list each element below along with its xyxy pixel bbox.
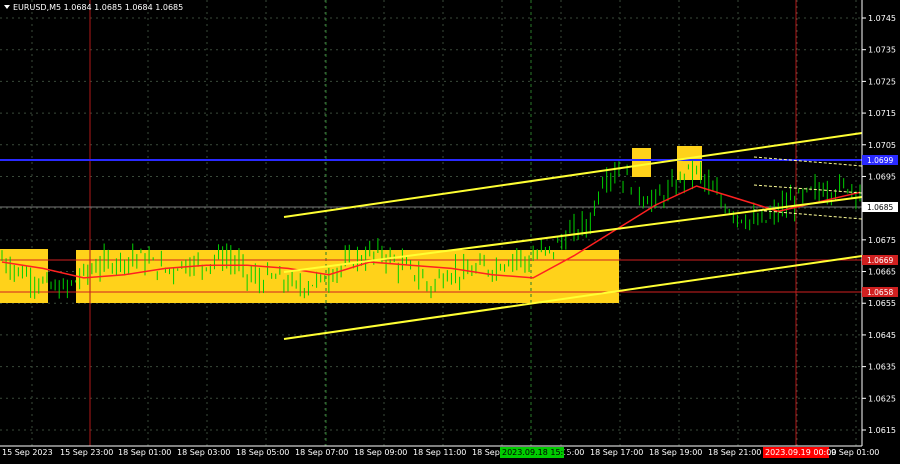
price-tag-red-2: 1.0658	[862, 287, 898, 297]
down-triangle-icon[interactable]	[4, 5, 10, 9]
chart-header: EURUSD,M5 1.0684 1.0685 1.0684 1.0685	[4, 3, 183, 12]
time-tick-label: 18 Sep 03:00	[177, 448, 230, 457]
zone-rect-signal-1	[632, 148, 651, 177]
channel-upper-1[interactable]	[283, 132, 863, 218]
grid-lines	[0, 0, 862, 446]
price-tick-label: 1.0625	[868, 394, 896, 403]
time-tick-label: 18 Sep 17:00	[590, 448, 643, 457]
price-tick-label: 1.0675	[868, 236, 896, 245]
time-ticks: 15 Sep 2023 15 Sep 23:00 18 Sep 01:00 18 Se…	[2, 448, 879, 457]
time-tick-label: 18 Sep 11:00	[413, 448, 466, 457]
channel-dashed-2	[753, 184, 863, 194]
price-tick-label: 1.0715	[868, 109, 896, 118]
price-tick-label: 1.0655	[868, 299, 896, 308]
price-tick-label: 1.0665	[868, 268, 896, 277]
time-tick-label: 18 Sep 07:00	[295, 448, 348, 457]
trading-chart[interactable]: 1.0745 1.0735 1.0725 1.0715 1.0705 1.0695 1.06…	[0, 0, 900, 460]
price-tick-label: 1.0695	[868, 172, 896, 181]
price-tag-red-2-label: 1.0658	[867, 288, 893, 297]
time-tick-label: 18 Sep 21:00	[708, 448, 761, 457]
price-tag-bid-label: 1.0685	[867, 203, 893, 212]
price-axis: 1.0745 1.0735 1.0725 1.0715 1.0705 1.0695 1.06…	[861, 0, 898, 446]
channel-dashed-1	[753, 156, 863, 167]
time-axis: 15 Sep 2023 15 Sep 23:00 18 Sep 01:00 18 Se…	[0, 445, 879, 458]
price-ticks: 1.0745 1.0735 1.0725 1.0715 1.0705 1.0695 1.06…	[862, 14, 896, 435]
time-tick-label: 18 Sep 09:00	[354, 448, 407, 457]
price-tick-label: 1.0745	[868, 14, 896, 23]
time-tick-label: 15 Sep 23:00	[60, 448, 113, 457]
time-tick-label: 18 Sep 05:00	[236, 448, 289, 457]
time-highlight-green-label: 2023.09.18 15:00	[502, 448, 573, 457]
zone-rect-signal-2	[677, 146, 702, 180]
price-tick-label: 1.0725	[868, 77, 896, 86]
symbol-label: EURUSD,M5 1.0684 1.0685 1.0684 1.0685	[13, 3, 183, 12]
zone-rectangles	[0, 146, 702, 303]
trend-channels	[283, 132, 863, 340]
time-tick-label: 15 Sep 2023	[2, 448, 53, 457]
zone-rect-left	[0, 249, 48, 303]
price-tick-label: 1.0645	[868, 331, 896, 340]
price-tag-blue-label: 1.0699	[867, 156, 893, 165]
time-tick-label: 18 Sep 19:00	[649, 448, 702, 457]
price-tag-blue: 1.0699	[862, 155, 898, 165]
price-tick-label: 1.0635	[868, 363, 896, 372]
chart-canvas[interactable]: 1.0745 1.0735 1.0725 1.0715 1.0705 1.0695 1.06…	[0, 0, 900, 460]
price-tag-red-1-label: 1.0669	[867, 256, 893, 265]
price-tag-red-1: 1.0669	[862, 255, 898, 265]
price-tick-label: 1.0705	[868, 141, 896, 150]
time-highlight-red-label: 2023.09.19 00:00	[765, 448, 836, 457]
price-tag-bid: 1.0685	[862, 202, 898, 212]
time-tick-label: 18 Sep 01:00	[118, 448, 171, 457]
price-tick-label: 1.0615	[868, 426, 896, 435]
price-tick-label: 1.0735	[868, 46, 896, 55]
